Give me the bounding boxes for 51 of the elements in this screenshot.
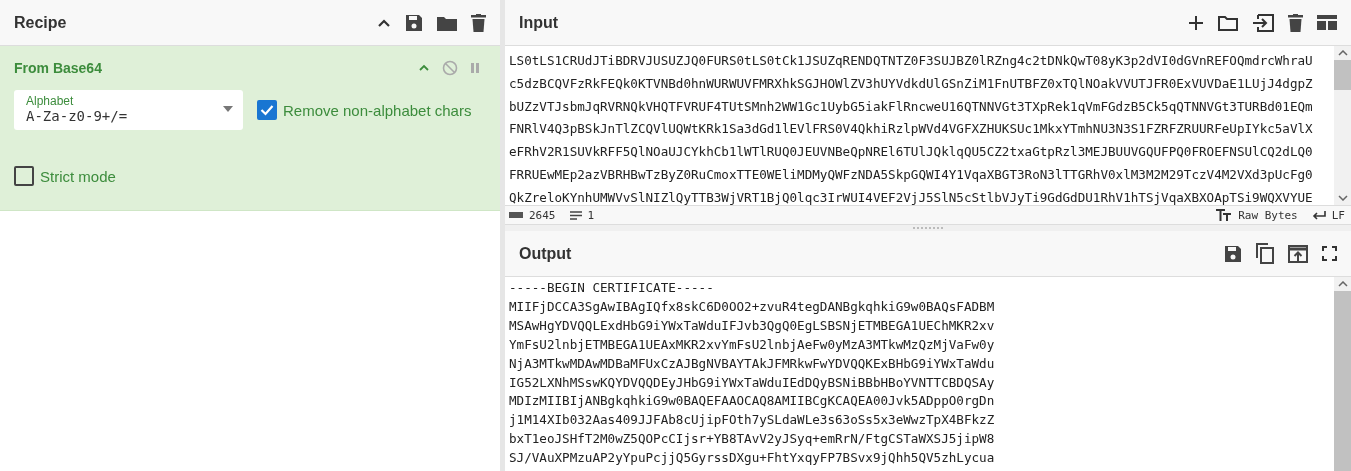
code-line: c5dzBCQVFzRkFEQk0KTVNBd0hnWURWUVFMRXhkSGJHOWlZV3hUYVdkdUlGSnZiM1FnUTBFZ0xTQlNOakVVUTJFR0ExVUVDaE1LUjJ4dgpZ [509,74,1314,93]
chevron-up-icon[interactable] [377,17,391,28]
code-line: bxT1eoJSHfT2M0wZ5QOPcCIjsr+YB8TAvV2yJSyq+emRrN/FtgCSTaWXSJ5jipW8 [509,430,996,449]
return-icon[interactable] [1311,210,1326,220]
folder-icon[interactable] [437,14,457,31]
code-line: j1M14XIb032Aas409JJFAb8cUjipFOth7ySLdaWLe3s63oSs5x3eWwzTpX4BFkzZ [509,411,996,430]
trash-icon[interactable] [471,13,486,32]
scrollbar[interactable] [1334,46,1351,205]
panel-title: Output [519,244,572,263]
code-line: bUZzVTJsbmJqRVRNQkVHQTFVRUF4TUtSMnh2WW1Gc1UybG5iakFlRncweU16QTNNVGt3TXpRek1qVmFGdzB5Ck5qQTNNVGt3TURBd01EQm [509,97,1314,116]
code-line: -----BEGIN CERTIFICATE----- [509,279,715,297]
operation-title: From Base64 [14,60,102,76]
layout-icon[interactable] [1317,15,1337,30]
line-count: 1 [587,208,595,222]
eol-button[interactable]: LF [1331,208,1345,222]
panel-title: Input [519,13,559,32]
scroll-thumb[interactable] [1334,60,1351,90]
upload-icon[interactable] [1288,244,1308,263]
code-line: YmFsU2lnbjETMBEGA1UEAxMKR2xvYmFsU2lnbjAeFw0yMzA3MTkwMzQzMjVaFw0y [509,335,996,354]
save-icon[interactable] [1224,244,1242,263]
scroll-down-icon[interactable] [1337,195,1348,201]
import-icon[interactable] [1252,13,1274,32]
scroll-up-icon[interactable] [1337,50,1348,56]
copy-icon[interactable] [1256,243,1274,264]
code-line: MIIFjDCCA3SgAwIBAgIQfx8skC6D0OO2+zvuR4tegDANBgkqhkiG9w0BAQsFADBM [509,297,996,316]
checkbox-option[interactable]: Strict mode [14,166,486,186]
folder-icon[interactable] [1218,14,1238,31]
length-count: 2645 [529,208,556,222]
code-line: eFRhV2R1SUVkRFF5QlNOaUJCYkhCb1lWTlRUQ0JEUVNBeQpNREl6TUlJQklqQU5CZ2txaGtpRzl3MEJBUUVGQUFPQ0FROEFNSUlCQ2dLQ0 [509,143,1314,162]
checkbox-option[interactable]: Remove non-alphabet chars [257,100,472,120]
code-line: SJ/VAuXPMzuAP2yYpuPcjjQ5GyrssDXgu+FhtYxqyFP7BSvx9jQhh5QV5zhLycua [509,449,996,468]
code-line: NjA3MTkwMDAwMDBaMFUxCzAJBgNVBAYTAkJFMRkwFwYDVQQKExBHbG9iYWxTaWdu [509,354,996,373]
plus-icon[interactable] [1188,14,1204,31]
code-line: MSAwHgYDVQQLExdHbG9iYWxTaWduIFJvb3QgQ0EgLSBSNjETMBEGA1UEChMKR2xv [509,316,996,335]
code-line: IG52LXNhMSswKQYDVQQDEyJHbG9iYWxTaWduIEdDQyBSNiBBbHBoYVNTTCBDQSAy [509,373,996,392]
scroll-up-icon[interactable] [1337,281,1348,287]
code-line: QkZreloKYnhUMWVvSlNIZlQyTTB3WjVRT1BjQ0lqc3IrWUI4VEF2VjJ5SlN5cStlbVJyTi9GdGdDU1RhV1hTSjVqaXBXOApTSi9WQXVYUE [509,188,1314,205]
save-icon[interactable] [405,13,423,32]
lines-icon [569,210,582,220]
trash-icon[interactable] [1288,13,1303,32]
code-line: FNRlV4Q3pBSkJnTlZCQVlUQWtKRk1Sa3dGd1lEVlFRS0V4QkhiRzlpWVd4VGFXZHUKSUc1MkxYTmhNU3N3S1FZRFZRUURFeUpIYkc5aVlX [509,120,1314,139]
fullscreen-icon[interactable] [1322,246,1337,261]
checkmark-icon [260,104,274,116]
code-line: MDIzMIIBIjANBgkqhkiG9w0BAQEFAAOCAQ8AMIIBCgKCAQEA00Jvk5ADppO0rgDn [509,392,996,411]
code-line: FRRUEwMEp2azVBRHBwTzByZ0RuCmoxTTE0WEliMDMyQWFzNDA5SkpGQWI4Y1VqaXBGT3RoN3lTTGRhV0xlM3M2M29TczV4M2VXd3pUcFg0 [509,166,1314,184]
font-icon[interactable] [1216,209,1233,221]
caret-icon[interactable] [223,106,233,112]
code-line: LS0tLS1CRUdJTiBDRVJUSUZJQ0FURS0tLS0tCk1JSUZqRENDQTNTZ0F3SUJBZ0lRZng4c2tDNkQwT08yK3p2dVI0dGVnREFOQmdrcWhraU [509,52,1314,70]
panel-title: Recipe [14,13,67,32]
alphabet-dropdown[interactable]: Alphabet A-Za-z0-9+/= [14,90,243,130]
encoding-button[interactable]: Raw Bytes [1238,208,1298,222]
